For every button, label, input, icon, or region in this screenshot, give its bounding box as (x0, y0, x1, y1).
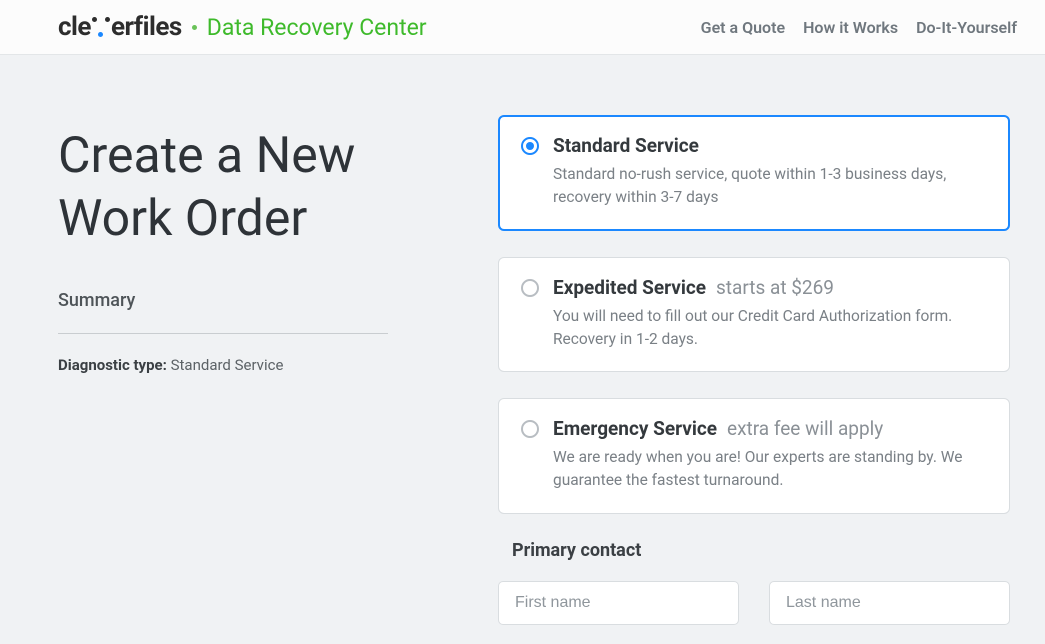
top-nav: Get a Quote How it Works Do-It-Yourself (701, 18, 1017, 37)
header: cle erfiles Data Recovery Center Get a Q… (0, 0, 1045, 55)
brand: cle erfiles Data Recovery Center (58, 12, 427, 42)
nav-get-a-quote[interactable]: Get a Quote (701, 18, 785, 37)
logo-text-right: erfiles (111, 12, 182, 42)
logo-cleverfiles[interactable]: cle erfiles (58, 12, 182, 42)
option-title: Standard Service (553, 134, 699, 157)
primary-contact-heading: Primary contact (512, 540, 1010, 561)
summary-value: Standard Service (171, 356, 284, 374)
radio-icon[interactable] (521, 279, 539, 297)
logo-text-left: cle (58, 12, 91, 42)
right-panel: Standard Service Standard no-rush servic… (498, 115, 1010, 625)
nav-how-it-works[interactable]: How it Works (803, 18, 898, 37)
last-name-input[interactable] (769, 581, 1010, 625)
nav-do-it-yourself[interactable]: Do-It-Yourself (916, 18, 1017, 37)
dot-separator-icon (192, 25, 197, 30)
option-title: Expedited Service (553, 276, 706, 299)
option-desc: Standard no-rush service, quote within 1… (553, 163, 987, 210)
brand-subtitle[interactable]: Data Recovery Center (207, 14, 427, 41)
option-title: Emergency Service (553, 417, 717, 440)
option-standard-service[interactable]: Standard Service Standard no-rush servic… (498, 115, 1010, 231)
summary-heading: Summary (58, 290, 388, 334)
radio-icon[interactable] (521, 137, 539, 155)
summary-label: Diagnostic type: (58, 356, 167, 374)
summary-diagnostic-type: Diagnostic type: Standard Service (58, 356, 458, 374)
page-title: Create a New Work Order (58, 125, 458, 250)
left-panel: Create a New Work Order Summary Diagnost… (58, 115, 458, 625)
option-emergency-service[interactable]: Emergency Service extra fee will apply W… (498, 398, 1010, 514)
radio-icon[interactable] (521, 420, 539, 438)
option-price: starts at $269 (716, 276, 834, 299)
option-desc: We are ready when you are! Our experts a… (553, 446, 987, 493)
option-expedited-service[interactable]: Expedited Service starts at $269 You wil… (498, 257, 1010, 373)
option-desc: You will need to fill out our Credit Car… (553, 305, 987, 352)
first-name-input[interactable] (498, 581, 739, 625)
logo-v-icon (92, 17, 110, 37)
option-price: extra fee will apply (727, 417, 883, 440)
